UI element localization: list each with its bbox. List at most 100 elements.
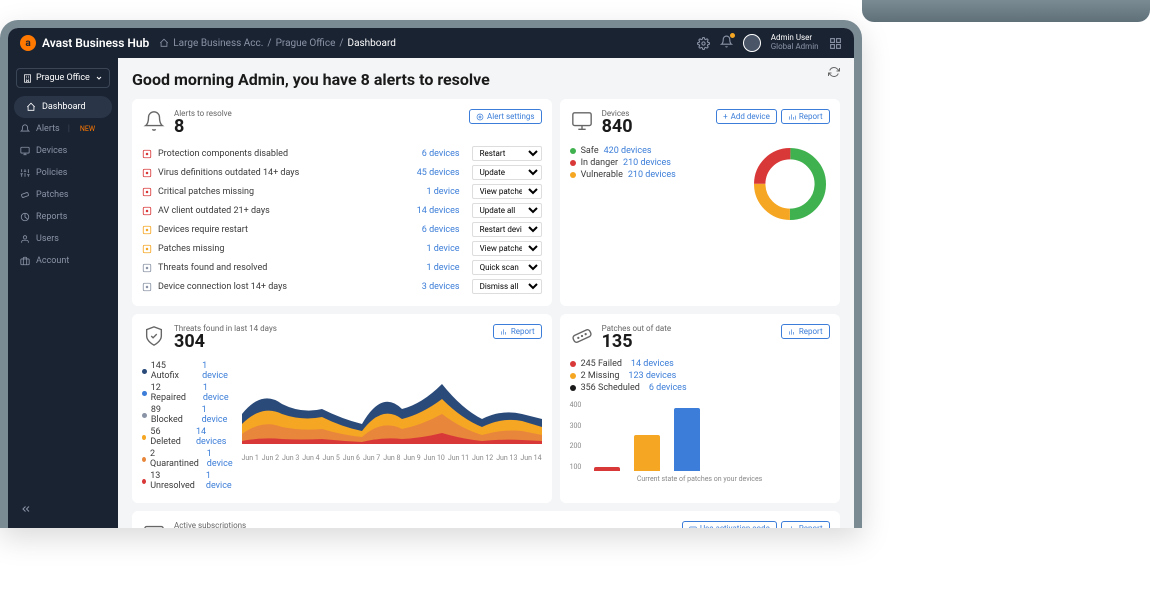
main-content: Good morning Admin, you have 8 alerts to… bbox=[118, 58, 854, 528]
legend-count[interactable]: 14 devices bbox=[631, 359, 674, 369]
threats-xaxis: Jun 1Jun 2Jun 3Jun 4Jun 5Jun 6Jun 7Jun 8… bbox=[242, 454, 542, 462]
barchart-icon bbox=[788, 113, 796, 121]
legend-count[interactable]: 14 devices bbox=[196, 427, 234, 447]
threats-report-button[interactable]: Report bbox=[493, 324, 542, 339]
legend-dot bbox=[570, 373, 576, 379]
alert-label: Device connection lost 14+ days bbox=[158, 282, 404, 292]
user-info[interactable]: Admin User Global Admin bbox=[771, 34, 819, 52]
legend-value: 89 Blocked bbox=[151, 405, 194, 425]
alert-action-select[interactable]: Quick scan bbox=[472, 260, 542, 275]
alert-label: Protection components disabled bbox=[158, 149, 404, 159]
chevrons-left-icon bbox=[20, 503, 32, 515]
sidebar-item-reports[interactable]: Reports bbox=[8, 206, 118, 228]
alert-action-select[interactable]: View patches bbox=[472, 184, 542, 199]
alert-device-count[interactable]: 14 devices bbox=[410, 206, 466, 216]
patches-report-button[interactable]: Report bbox=[781, 324, 830, 339]
bar-scheduled bbox=[674, 408, 700, 471]
alert-device-count[interactable]: 1 device bbox=[410, 263, 466, 273]
alert-device-count[interactable]: 45 devices bbox=[410, 168, 466, 178]
user-icon bbox=[20, 234, 30, 244]
alert-row: Device connection lost 14+ days 3 devices… bbox=[142, 277, 542, 296]
key-icon bbox=[689, 525, 697, 529]
xaxis-tick: Jun 1 bbox=[242, 454, 259, 462]
alert-action-select[interactable]: Dismiss all bbox=[472, 279, 542, 294]
alert-label: AV client outdated 21+ days bbox=[158, 206, 404, 216]
alert-device-count[interactable]: 6 devices bbox=[410, 225, 466, 235]
breadcrumb-office[interactable]: Prague Office bbox=[276, 38, 336, 49]
threats-card: Threats found in last 14 days304 Report … bbox=[132, 314, 552, 503]
legend-dot bbox=[570, 385, 576, 391]
alert-row: Patches missing1 deviceView patches bbox=[142, 239, 542, 258]
gear-icon[interactable] bbox=[697, 37, 710, 50]
alert-device-count[interactable]: 6 devices bbox=[410, 149, 466, 159]
alert-action-select[interactable]: Update all bbox=[472, 203, 542, 218]
legend-count[interactable]: 1 device bbox=[203, 383, 234, 403]
patch-crit-icon bbox=[142, 187, 152, 197]
legend-label: In danger bbox=[581, 158, 618, 168]
devices-report-button[interactable]: Report bbox=[781, 109, 830, 124]
sidebar-item-devices[interactable]: Devices bbox=[8, 140, 118, 162]
sidebar-item-account[interactable]: Account bbox=[8, 250, 118, 272]
bell-icon bbox=[142, 109, 166, 133]
legend-value: 12 Repaired bbox=[151, 383, 195, 403]
legend-count[interactable]: 6 devices bbox=[649, 383, 687, 393]
alert-device-count[interactable]: 1 device bbox=[410, 187, 466, 197]
notifications-icon[interactable] bbox=[720, 35, 733, 51]
legend-item: 89 Blocked 1 device bbox=[142, 405, 234, 425]
legend-item: In danger 210 devices bbox=[570, 158, 676, 168]
legend-count[interactable]: 1 device bbox=[207, 449, 234, 469]
legend-count[interactable]: 1 device bbox=[202, 361, 233, 381]
breadcrumb-account[interactable]: Large Business Acc. bbox=[173, 38, 263, 49]
avatar[interactable] bbox=[743, 34, 761, 52]
alert-device-count[interactable]: 1 device bbox=[410, 244, 466, 254]
alert-action-select[interactable]: Restart bbox=[472, 146, 542, 161]
home-icon[interactable] bbox=[159, 38, 169, 48]
alert-row: Virus definitions outdated 14+ days45 de… bbox=[142, 163, 542, 182]
card-icon bbox=[142, 521, 166, 528]
sidebar-item-policies[interactable]: Policies bbox=[8, 162, 118, 184]
alert-action-select[interactable]: View patches bbox=[472, 241, 542, 256]
legend-count[interactable]: 1 device bbox=[206, 471, 234, 491]
legend-count[interactable]: 210 devices bbox=[628, 170, 676, 180]
brand-name: Avast Business Hub bbox=[42, 36, 149, 50]
apps-icon[interactable] bbox=[829, 37, 842, 50]
alert-device-count[interactable]: 3 devices bbox=[410, 282, 466, 292]
page-title: Good morning Admin, you have 8 alerts to… bbox=[132, 70, 840, 89]
legend-item: 2 Quarantined 1 device bbox=[142, 449, 234, 469]
collapse-sidebar[interactable] bbox=[8, 493, 118, 528]
sidebar-item-users[interactable]: Users bbox=[8, 228, 118, 250]
breadcrumb-page[interactable]: Dashboard bbox=[348, 38, 396, 49]
alert-action-select[interactable]: Update bbox=[472, 165, 542, 180]
add-device-button[interactable]: + Add device bbox=[716, 109, 777, 124]
legend-item: 13 Unresolved 1 device bbox=[142, 471, 234, 491]
legend-count[interactable]: 123 devices bbox=[628, 371, 676, 381]
subs-title: Active subscriptions bbox=[174, 521, 246, 528]
use-activation-code-button[interactable]: Use activation code bbox=[682, 521, 777, 528]
legend-value: 13 Unresolved bbox=[150, 471, 198, 491]
legend-count[interactable]: 1 device bbox=[202, 405, 234, 425]
xaxis-tick: Jun 3 bbox=[282, 454, 299, 462]
alert-row: Devices require restart6 devicesRestart … bbox=[142, 220, 542, 239]
legend-item: 2 Missing123 devices bbox=[570, 371, 830, 381]
legend-item: 356 Scheduled6 devices bbox=[570, 383, 830, 393]
refresh-icon[interactable] bbox=[828, 66, 840, 78]
sliders-icon bbox=[20, 168, 30, 178]
alert-action-select[interactable]: Restart devices bbox=[472, 222, 542, 237]
legend-count[interactable]: 210 devices bbox=[623, 158, 671, 168]
sidebar-item-dashboard[interactable]: Dashboard bbox=[14, 96, 112, 118]
legend-dot bbox=[570, 148, 576, 154]
sidebar-item-patches[interactable]: Patches bbox=[8, 184, 118, 206]
sidebar-item-label: Reports bbox=[36, 212, 67, 222]
legend-dot bbox=[142, 479, 146, 484]
subs-report-button[interactable]: Report bbox=[781, 521, 830, 528]
xaxis-tick: Jun 14 bbox=[520, 454, 541, 462]
office-selector[interactable]: Prague Office bbox=[16, 68, 110, 88]
xaxis-tick: Jun 5 bbox=[323, 454, 340, 462]
sidebar-item-alerts[interactable]: Alerts|NEW bbox=[8, 118, 118, 140]
legend-item: Safe420 devices bbox=[570, 146, 676, 156]
xaxis-tick: Jun 13 bbox=[496, 454, 517, 462]
legend-count[interactable]: 420 devices bbox=[604, 146, 652, 156]
alert-settings-button[interactable]: Alert settings bbox=[469, 109, 542, 124]
legend-value: 2 Quarantined bbox=[150, 449, 199, 469]
bar-missing bbox=[634, 435, 660, 471]
